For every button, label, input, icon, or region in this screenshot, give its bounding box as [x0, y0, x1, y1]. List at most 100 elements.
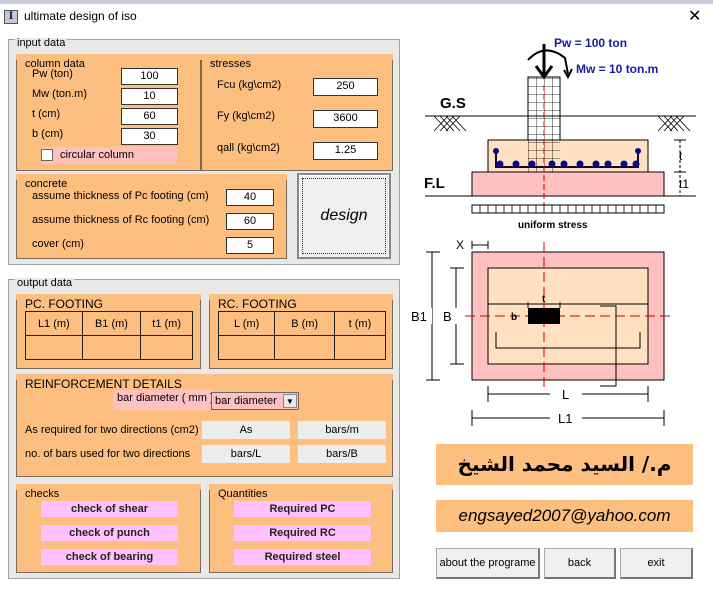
column-data-group: column data Pw (ton) 100 Mw (ton.m) 10 t… — [16, 54, 201, 171]
rc-header-b: B (m) — [274, 311, 335, 336]
pc-header-b1: B1 (m) — [81, 311, 142, 336]
rc-header-l: L (m) — [217, 311, 276, 336]
column-plan — [528, 308, 560, 324]
bars-per-b-value: bars/B — [298, 445, 386, 463]
pc-thickness-input[interactable]: 40 — [226, 189, 274, 206]
rc-thickness-input[interactable]: 60 — [226, 213, 274, 230]
circular-column-checkbox[interactable] — [41, 149, 53, 161]
app-icon: I — [4, 10, 18, 24]
output-data-label: output data — [15, 277, 75, 289]
quantities-label: Quantities — [216, 488, 270, 500]
fcu-input[interactable]: 250 — [313, 78, 378, 96]
about-button[interactable]: about the programe — [436, 548, 540, 579]
pc-header-t1: t1 (m) — [140, 311, 193, 336]
footing-diagram: Pw = 100 ton Mw = 10 ton.m G.S F.L t t1 … — [410, 36, 696, 426]
plan-b1-label: B1 — [411, 309, 427, 324]
title-bar: I ultimate design of iso ✕ — [0, 4, 713, 30]
required-rc-button[interactable]: Required RC — [234, 525, 371, 541]
rc-value-t — [333, 335, 387, 360]
reinforcement-label: REINFORCEMENT DETAILS — [23, 377, 184, 391]
stress-label: uniform stress — [518, 220, 588, 231]
fcu-label: Fcu (kg\cm2) — [217, 79, 282, 91]
footing-plan: t b X B1 B L L1 — [410, 238, 673, 426]
qall-input[interactable]: 1.25 — [313, 142, 378, 160]
pc-footing-group: PC. FOOTING L1 (m) B1 (m) t1 (m) — [16, 294, 201, 369]
bars-per-l-value: bars/L — [202, 445, 290, 463]
bar-diameter-label: bar diameter ( mm ) — [117, 392, 214, 404]
b-label: b (cm) — [32, 128, 64, 140]
rc-footing-label: RC. FOOTING — [216, 297, 299, 311]
as-required-label: As required for two directions (cm2) — [25, 424, 199, 436]
pc-footing-elevation — [471, 171, 665, 197]
plan-l1-label: L1 — [558, 411, 572, 426]
reinforcement-group: REINFORCEMENT DETAILS bar diameter ( mm … — [16, 374, 393, 477]
moment-label: Mw = 10 ton.m — [576, 62, 658, 76]
check-shear-button[interactable]: check of shear — [41, 501, 178, 517]
required-pc-button[interactable]: Required PC — [234, 501, 371, 517]
pc-value-l1 — [25, 335, 83, 360]
fy-label: Fy (kg\cm2) — [217, 110, 276, 122]
input-data-label: input data — [15, 37, 68, 49]
mw-input[interactable]: 10 — [121, 88, 178, 105]
plan-x-label: X — [456, 238, 464, 252]
input-data-frame: input data column data Pw (ton) 100 Mw (… — [8, 37, 400, 265]
cover-label: cover (cm) — [32, 238, 84, 250]
rc-value-b — [274, 335, 335, 360]
t1-dim-label: t1 — [679, 177, 689, 191]
rc-value-l — [217, 335, 276, 360]
author-name-banner: م./ السيد محمد الشيخ — [436, 444, 693, 485]
fl-label: F.L — [424, 175, 445, 192]
cover-input[interactable]: 5 — [226, 237, 274, 254]
soil-hatch-left — [433, 115, 467, 132]
rc-footing-group: RC. FOOTING L (m) B (m) t (m) — [209, 294, 393, 369]
required-steel-button[interactable]: Required steel — [234, 549, 371, 565]
back-button[interactable]: back — [544, 548, 616, 579]
rc-thickness-label: assume thickness of Rc footing (cm) — [32, 214, 210, 226]
stresses-group: stresses Fcu (kg\cm2) 250 Fy (kg\cm2) 36… — [201, 54, 393, 171]
rc-header-t: t (m) — [333, 311, 387, 336]
load-label: Pw = 100 ton — [554, 36, 627, 50]
plan-l-label: L — [562, 387, 569, 402]
pw-label: Pw (ton) — [32, 68, 73, 80]
pc-value-b1 — [81, 335, 142, 360]
quantities-group: Quantities Required PC Required RC Requi… — [209, 484, 393, 573]
output-data-frame: output data PC. FOOTING L1 (m) B1 (m) t1… — [8, 277, 400, 579]
bars-per-m-value: bars/m — [298, 421, 386, 439]
window-title: ultimate design of iso — [24, 9, 137, 23]
checks-group: checks check of shear check of punch che… — [16, 484, 201, 573]
pw-input[interactable]: 100 — [121, 68, 178, 85]
bar-diameter-selected: bar diameter — [215, 395, 277, 407]
b-input[interactable]: 30 — [121, 128, 178, 145]
circular-column-label: circular column — [60, 149, 134, 161]
t-dim-label: t — [679, 149, 683, 163]
design-button[interactable]: design — [297, 173, 391, 259]
pc-footing-table: L1 (m) B1 (m) t1 (m) — [25, 311, 193, 360]
pc-value-t1 — [140, 335, 193, 360]
t-input[interactable]: 60 — [121, 108, 178, 125]
checks-label: checks — [23, 488, 62, 500]
qall-label: qall (kg\cm2) — [217, 142, 280, 154]
close-icon[interactable]: ✕ — [688, 6, 701, 26]
mw-label: Mw (ton.m) — [32, 88, 87, 100]
as-value: As — [202, 421, 290, 439]
concrete-label: concrete — [23, 178, 70, 190]
pc-header-l1: L1 (m) — [25, 311, 83, 336]
author-email-banner: engsayed2007@yahoo.com — [436, 500, 693, 532]
fy-input[interactable]: 3600 — [313, 110, 378, 128]
concrete-group: concrete assume thickness of Pc footing … — [16, 174, 287, 259]
exit-button[interactable]: exit — [620, 548, 693, 579]
plan-col-b-label: b — [511, 312, 517, 323]
chevron-down-icon[interactable]: ▼ — [283, 394, 297, 408]
bar-diameter-select[interactable]: bar diameter ▼ — [211, 392, 299, 410]
no-of-bars-label: no. of bars used for two directions — [25, 448, 191, 460]
plan-b-label: B — [443, 309, 452, 324]
soil-hatch-right — [657, 115, 691, 132]
pc-footing-label: PC. FOOTING — [23, 297, 105, 311]
stresses-label: stresses — [208, 58, 253, 70]
gs-label: G.S — [440, 95, 466, 112]
rc-footing-table: L (m) B (m) t (m) — [217, 311, 387, 360]
check-bearing-button[interactable]: check of bearing — [41, 549, 178, 565]
t-label: t (cm) — [32, 108, 61, 120]
check-punch-button[interactable]: check of punch — [41, 525, 178, 541]
pc-thickness-label: assume thickness of Pc footing (cm) — [32, 190, 209, 202]
